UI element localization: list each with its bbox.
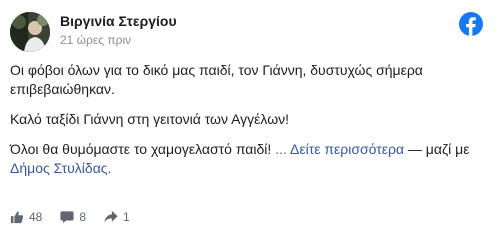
post-last-line: Όλοι θα θυμόμαστε το χαμογελαστό παιδί!: [10, 141, 272, 157]
avatar-image: [10, 12, 50, 52]
tagged-page-link[interactable]: Δήμος Στυλίδας.: [10, 160, 111, 176]
share-count[interactable]: 1: [104, 210, 130, 224]
author-name[interactable]: Βιργινία Στεργίου: [60, 13, 177, 29]
like-count[interactable]: 48: [10, 210, 42, 224]
facebook-logo-icon[interactable]: [459, 12, 483, 36]
thumbs-up-icon: [10, 211, 24, 224]
share-count-value: 1: [123, 210, 130, 224]
comment-count-value: 8: [79, 210, 87, 224]
engagement-bar: 48 8 1: [10, 208, 148, 226]
post-body: Οι φόβοι όλων για το δικό μας παιδί, τον…: [10, 61, 490, 189]
post-timestamp[interactable]: 21 ώρες πριν: [60, 33, 131, 47]
post-paragraph: Οι φόβοι όλων για το δικό μας παιδί, τον…: [10, 62, 423, 97]
post-paragraph: Καλό ταξίδι Γιάννη στη γειτονιά των Αγγέ…: [10, 111, 290, 127]
with-label: — μαζί με: [407, 141, 470, 157]
post-paragraph-last: Όλοι θα θυμόμαστε το χαμογελαστό παιδί! …: [10, 140, 490, 178]
facebook-post-embed: Βιργινία Στεργίου 21 ώρες πριν Οι φόβοι …: [0, 0, 499, 243]
see-more-link[interactable]: Δείτε περισσότερα: [290, 141, 404, 157]
comment-icon: [60, 211, 74, 224]
avatar[interactable]: [10, 12, 50, 52]
share-icon: [104, 210, 118, 223]
like-count-value: 48: [29, 210, 43, 224]
ellipsis: ...: [275, 141, 287, 157]
comment-count[interactable]: 8: [60, 210, 86, 224]
